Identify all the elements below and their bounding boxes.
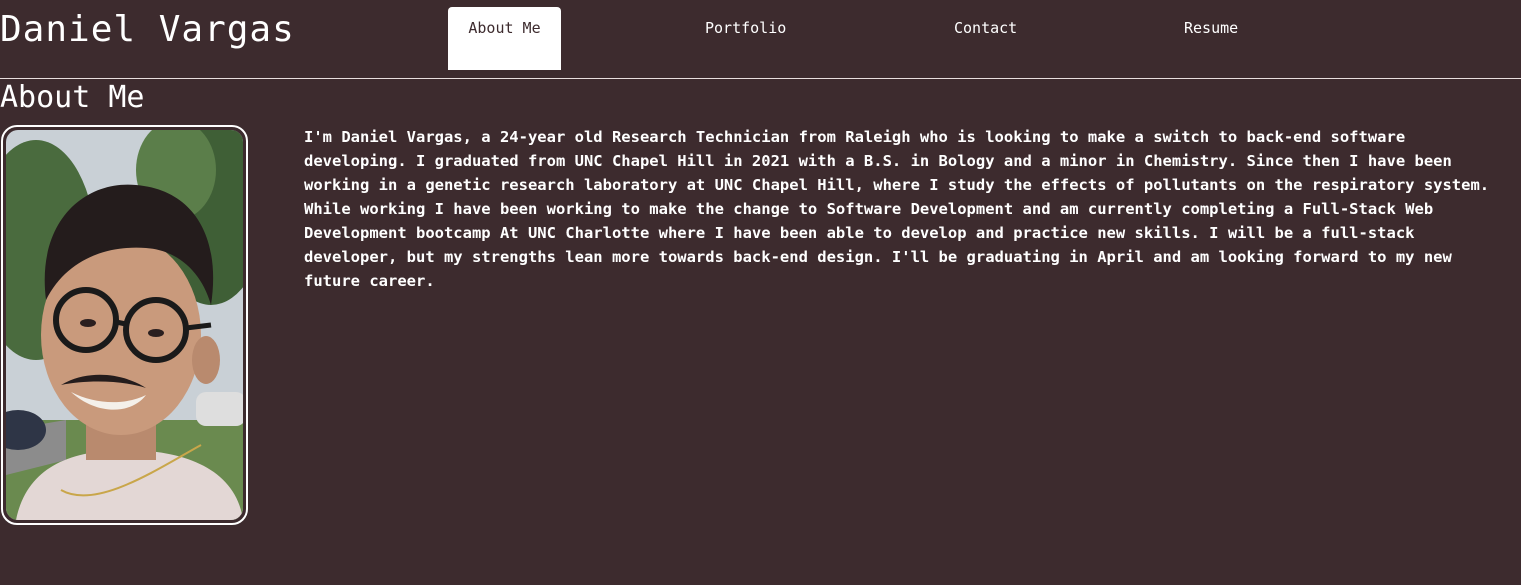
profile-photo-frame xyxy=(1,125,248,525)
profile-photo xyxy=(6,130,243,520)
bio-text: I'm Daniel Vargas, a 24-year old Researc… xyxy=(304,128,1490,290)
tab-contact[interactable]: Contact xyxy=(954,7,1017,70)
tab-about-me[interactable]: About Me xyxy=(448,7,561,70)
site-header: Daniel Vargas About Me Portfolio Contact… xyxy=(0,0,1521,79)
tab-resume[interactable]: Resume xyxy=(1184,7,1238,70)
tab-portfolio[interactable]: Portfolio xyxy=(705,7,786,70)
site-name: Daniel Vargas xyxy=(0,9,295,50)
section-title: About Me xyxy=(0,80,145,115)
